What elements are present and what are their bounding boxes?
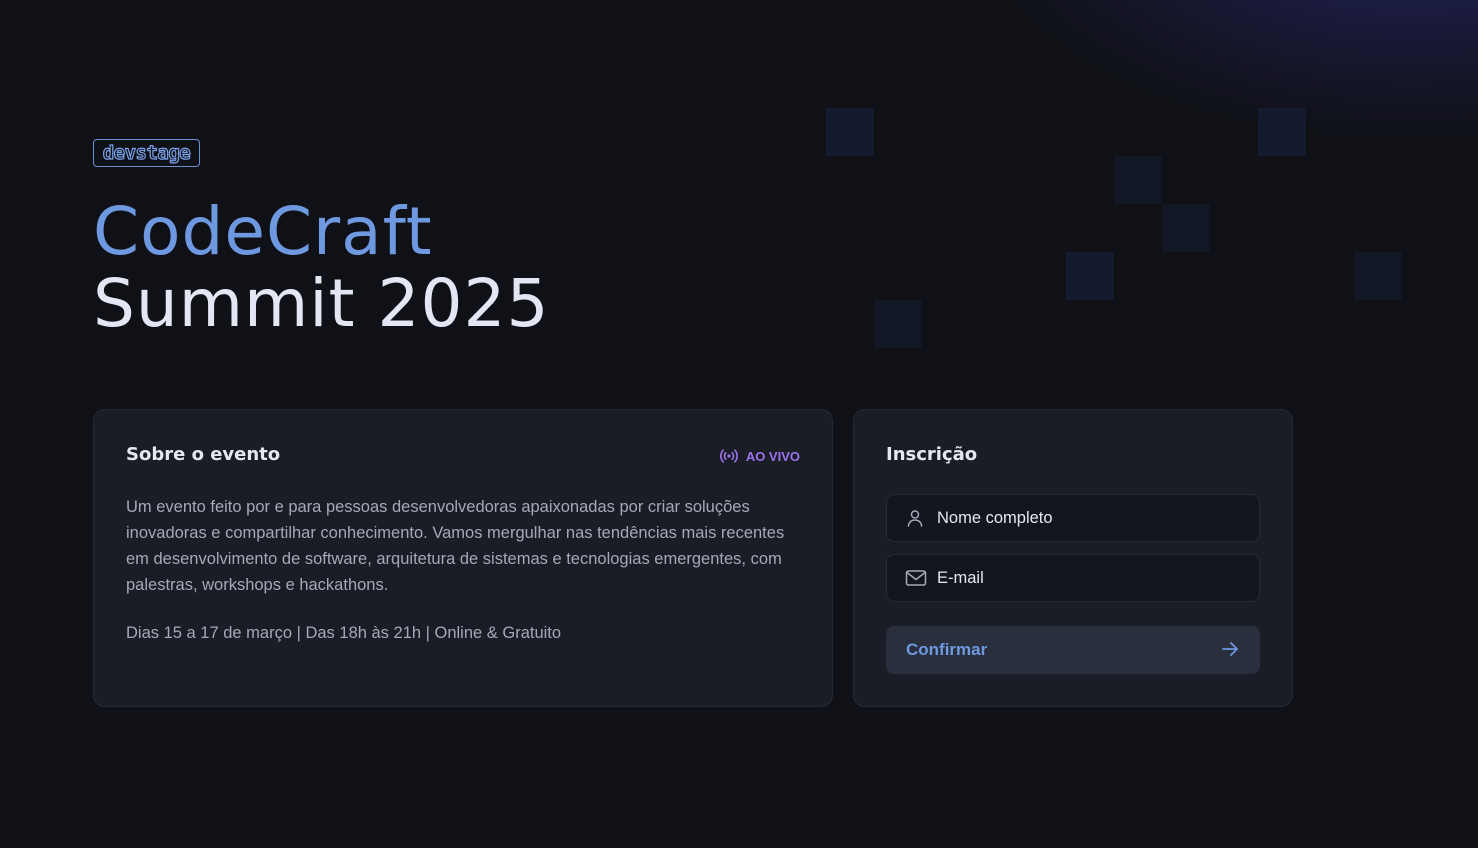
signup-card: Inscrição Confirmar [853,409,1293,707]
background-grid-pattern [826,108,1466,348]
page: devstage CodeCraft Summit 2025 Sobre o e… [0,0,1478,848]
about-description: Um evento feito por e para pessoas desen… [126,498,785,594]
mail-icon [905,568,927,588]
event-title-line2: Summit 2025 [93,265,550,342]
logo-text: devstage [102,141,191,164]
event-details: Dias 15 a 17 de março | Das 18h às 21h |… [126,624,562,642]
name-input[interactable] [937,508,1259,528]
email-input[interactable] [937,568,1259,588]
live-badge: AO VIVO [719,448,800,464]
about-heading: Sobre o evento [126,444,281,465]
event-title-line1: CodeCraft [93,193,433,270]
name-field[interactable] [886,494,1260,542]
event-title: CodeCraft Summit 2025 [93,196,549,340]
signup-heading: Inscrição [886,444,978,465]
arrow-right-icon [1220,639,1240,662]
email-field[interactable] [886,554,1260,602]
about-card: Sobre o evento AO VIVO Um evento feito p… [93,409,833,707]
live-badge-label: AO VIVO [745,448,800,464]
user-icon [905,508,925,528]
confirm-button-label: Confirmar [906,640,988,659]
background-glow [978,0,1478,140]
devstage-logo: devstage [93,139,200,167]
radio-broadcast-icon [719,448,739,464]
confirm-button[interactable]: Confirmar [886,626,1260,674]
